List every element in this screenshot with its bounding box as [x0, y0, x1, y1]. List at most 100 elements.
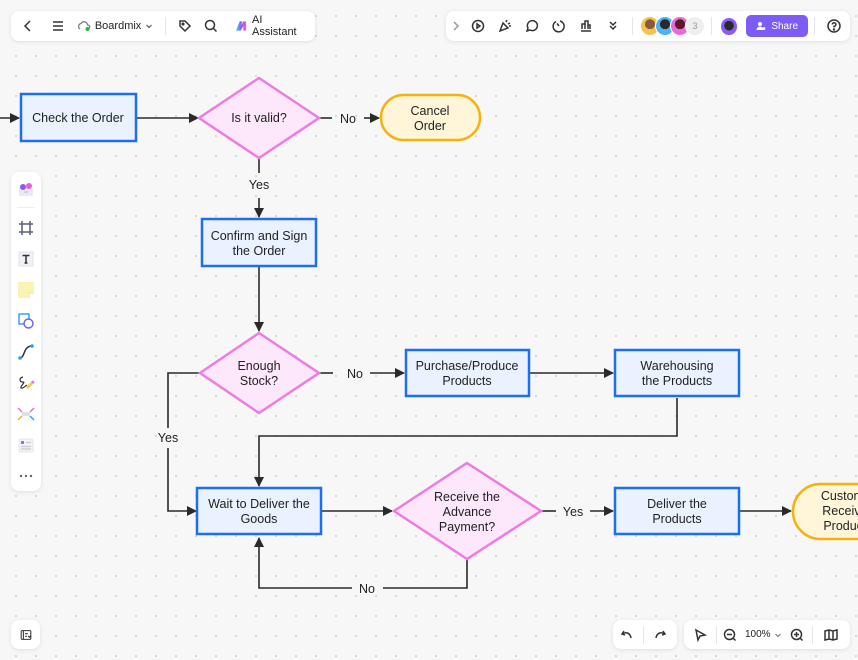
node-wait-deliver[interactable]: Wait to Deliver the Goods — [195, 486, 323, 536]
text-icon — [18, 251, 34, 266]
cursor-icon — [694, 628, 708, 642]
back-button[interactable] — [15, 12, 41, 40]
edge-label-valid-yes: Yes — [249, 178, 269, 192]
node-warehousing[interactable]: Warehousing the Products — [613, 348, 741, 398]
tool-sticky-note[interactable] — [11, 274, 41, 305]
zoom-level-dropdown[interactable]: 100% — [741, 629, 786, 640]
node-label: Wait to Deliver the — [208, 497, 310, 511]
node-label: Payment? — [439, 520, 495, 534]
node-enough-stock[interactable]: Enough Stock? — [197, 331, 322, 415]
present-icon — [471, 19, 484, 33]
divider — [643, 625, 644, 644]
node-check-order[interactable]: Check the Order — [19, 92, 138, 143]
menu-icon — [52, 21, 63, 31]
present-button[interactable] — [464, 12, 491, 40]
node-label: Receives — [822, 504, 858, 518]
zoom-out-button[interactable] — [719, 621, 741, 649]
tool-text[interactable] — [11, 243, 41, 274]
node-label: Receive the — [434, 490, 500, 504]
edge-stock-yes-a — [167, 372, 199, 428]
chevron-down-icon — [146, 24, 153, 29]
share-button[interactable]: Share — [746, 15, 809, 37]
share-user-icon — [756, 22, 766, 30]
node-label: Products — [652, 512, 701, 526]
timer-icon — [551, 20, 565, 33]
board-name-dropdown[interactable]: Boardmix — [71, 20, 159, 32]
collaborator-count-badge[interactable]: 3 — [684, 16, 705, 36]
back-icon — [23, 20, 31, 32]
undo-icon — [620, 630, 632, 638]
expand-toolbar-button[interactable] — [448, 12, 464, 40]
connector-icon — [18, 343, 34, 360]
search-icon — [204, 19, 218, 33]
edge-label-stock-yes: Yes — [158, 431, 178, 445]
edge-payment-no-a — [383, 560, 468, 589]
edge-label-stock-no: No — [347, 367, 363, 381]
timer-button[interactable] — [545, 12, 572, 40]
comment-icon — [525, 19, 538, 33]
history-controls — [613, 620, 677, 649]
tool-more[interactable] — [11, 460, 41, 491]
bottom-left-panel — [11, 620, 40, 649]
help-icon — [827, 19, 842, 33]
tool-pen[interactable] — [11, 367, 41, 398]
redo-icon — [655, 630, 667, 638]
outline-icon — [20, 629, 31, 640]
vote-button[interactable] — [572, 12, 599, 40]
node-label: Cancel — [411, 104, 450, 118]
redo-button[interactable] — [646, 621, 674, 649]
more-tools-button[interactable] — [599, 12, 626, 40]
main-menu-button[interactable] — [45, 12, 71, 40]
current-user-avatar[interactable] — [719, 16, 739, 36]
node-label: Stock? — [240, 374, 278, 388]
node-label: Confirm and Sign — [211, 229, 308, 243]
celebrate-button[interactable] — [491, 12, 518, 40]
divider — [632, 17, 633, 35]
node-label: Check the Order — [32, 111, 124, 125]
node-customer-receives[interactable]: Customer Receives Products — [791, 482, 858, 541]
outline-button[interactable] — [12, 621, 40, 649]
node-deliver-products[interactable]: Deliver the Products — [613, 486, 741, 536]
board-name: Boardmix — [94, 20, 142, 32]
tool-table[interactable] — [11, 429, 41, 460]
tool-templates[interactable] — [11, 174, 41, 205]
tool-connector[interactable] — [11, 336, 41, 367]
share-label: Share — [771, 20, 799, 32]
node-purchase-produce[interactable]: Purchase/Produce Products — [404, 348, 531, 398]
node-label: Goods — [241, 512, 278, 526]
flowchart: No Yes No Yes Yes No Check the Order Is … — [0, 76, 858, 596]
minimap-button[interactable] — [817, 621, 845, 649]
tool-mindmap[interactable] — [11, 398, 41, 429]
tool-shape[interactable] — [11, 305, 41, 336]
top-left-toolbar: Boardmix AI Assistant — [11, 11, 315, 41]
zoom-in-button[interactable] — [786, 621, 808, 649]
tag-button[interactable] — [172, 12, 198, 40]
node-label: Products — [823, 519, 858, 533]
undo-button[interactable] — [613, 621, 641, 649]
comment-button[interactable] — [518, 12, 545, 40]
collaborators-group[interactable]: 3 — [639, 16, 705, 36]
node-is-valid[interactable]: Is it valid? — [196, 76, 322, 160]
divider — [716, 625, 717, 644]
shape-icon — [18, 312, 34, 329]
search-button[interactable] — [198, 12, 224, 40]
node-receive-payment[interactable]: Receive the Advance Payment? — [391, 461, 544, 561]
select-tool-button[interactable] — [686, 621, 714, 649]
node-cancel-order[interactable]: Cancel Order — [379, 93, 482, 142]
node-label: the Order — [233, 244, 286, 258]
templates-icon — [19, 182, 33, 196]
tool-frame[interactable] — [11, 212, 41, 243]
expand-icon — [453, 21, 460, 31]
pen-icon — [19, 375, 35, 389]
top-right-toolbar: 3 Share — [446, 11, 850, 41]
node-label: Enough — [237, 359, 280, 373]
ai-assistant-button[interactable]: AI Assistant — [230, 14, 311, 38]
divider — [811, 625, 813, 644]
node-confirm-sign[interactable]: Confirm and Sign the Order — [200, 217, 318, 268]
divider — [165, 17, 167, 35]
node-label: Products — [442, 374, 491, 388]
mindmap-icon — [17, 407, 35, 420]
edge-stock-yes-b — [167, 448, 197, 516]
celebrate-icon — [498, 19, 511, 33]
help-button[interactable] — [821, 12, 848, 40]
